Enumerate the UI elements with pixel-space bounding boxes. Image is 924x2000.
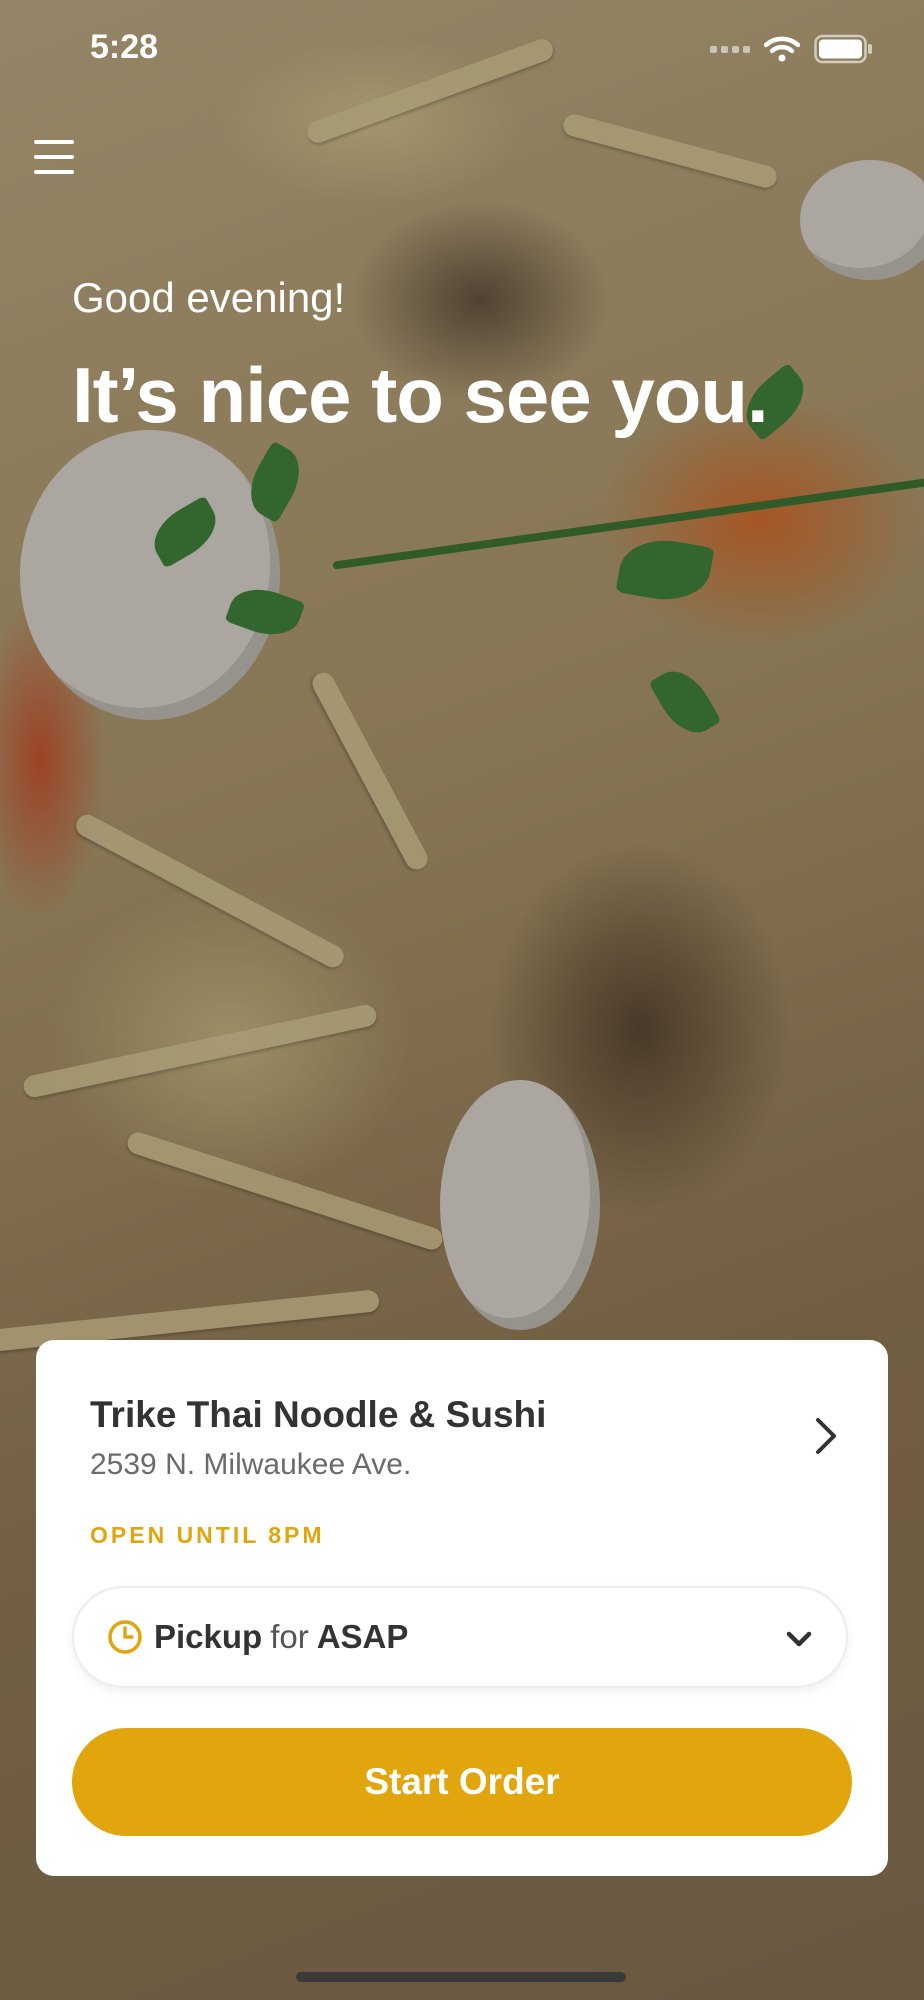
greeting-text: Good evening!	[72, 274, 346, 321]
menu-icon[interactable]	[34, 140, 74, 174]
battery-icon	[814, 34, 872, 64]
clock-icon	[108, 1620, 142, 1654]
location-card: Trike Thai Noodle & Sushi 2539 N. Milwau…	[36, 1340, 888, 1876]
app-screen: 5:28 Good evening! It’s nice to see you.…	[0, 0, 924, 2000]
order-mode-time: ASAP	[316, 1618, 409, 1655]
status-icons	[710, 34, 874, 64]
order-mode-type: Pickup	[154, 1618, 263, 1655]
restaurant-name[interactable]: Trike Thai Noodle & Sushi	[90, 1394, 546, 1436]
order-mode-connector: for	[270, 1618, 309, 1655]
signal-icon	[710, 45, 750, 53]
order-mode-text: Pickup for ASAP	[154, 1618, 408, 1656]
home-indicator[interactable]	[296, 1972, 626, 1982]
headline-text: It’s nice to see you.	[72, 351, 769, 439]
chevron-right-icon[interactable]	[804, 1414, 848, 1458]
start-order-button[interactable]: Start Order	[72, 1728, 852, 1836]
restaurant-address: 2539 N. Milwaukee Ave.	[90, 1448, 412, 1481]
hours-status: OPEN UNTIL 8PM	[90, 1522, 325, 1548]
order-mode-selector[interactable]: Pickup for ASAP	[72, 1586, 848, 1688]
status-time: 5:28	[90, 28, 159, 66]
wifi-icon	[764, 36, 800, 62]
chevron-down-icon	[786, 1631, 812, 1647]
